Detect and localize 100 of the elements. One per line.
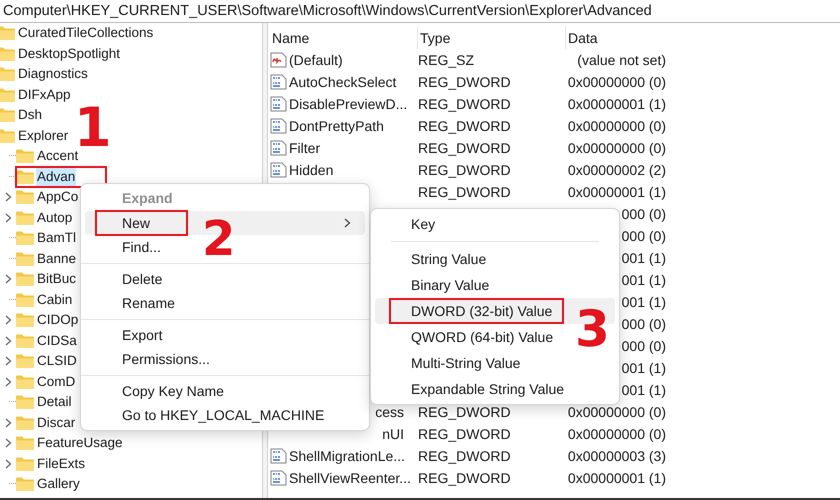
- value-data: 001 (1): [622, 360, 666, 376]
- value-name: (Default): [289, 52, 343, 68]
- address-bar[interactable]: Computer\HKEY_CURRENT_USER\Software\Microsoft\Windows\CurrentVersion\Explorer\Advanced: [0, 0, 840, 23]
- folder-icon: [0, 88, 15, 102]
- tree-item[interactable]: Advan: [16, 166, 106, 187]
- value-data: 000 (0): [622, 338, 666, 354]
- tree-item[interactable]: Detail: [16, 392, 73, 412]
- column-header[interactable]: Data: [568, 30, 598, 46]
- tree-item[interactable]: CIDOp: [16, 310, 80, 330]
- chevron-icon[interactable]: [4, 418, 12, 428]
- folder-icon: [16, 456, 34, 471]
- binary-value-icon: [270, 140, 287, 156]
- value-type: REG_DWORD: [418, 162, 511, 178]
- folder-icon: [16, 190, 34, 204]
- menu-item[interactable]: Rename: [85, 291, 365, 316]
- value-data: 0x00000001 (1): [568, 470, 666, 486]
- value-name: AutoCheckSelect: [289, 74, 396, 90]
- chevron-icon[interactable]: [4, 192, 12, 202]
- menu-item[interactable]: Expandable String Value: [375, 376, 615, 402]
- value-name: DisablePreviewD...: [289, 96, 408, 112]
- folder-icon: [16, 252, 34, 266]
- chevron-icon[interactable]: [4, 315, 12, 326]
- value-name: DontPrettyPath: [289, 118, 384, 134]
- value-data: 0x00000001 (1): [568, 96, 666, 112]
- folder-icon: [16, 170, 34, 184]
- column-header[interactable]: Type: [420, 30, 450, 46]
- tree-item[interactable]: Discar: [16, 412, 76, 433]
- binary-value-icon: [270, 448, 287, 464]
- binary-value-icon: [270, 162, 287, 178]
- folder-icon: [16, 436, 34, 450]
- folder-icon: [16, 313, 34, 328]
- value-name: Filter: [289, 140, 320, 156]
- folder-icon: [16, 395, 34, 410]
- value-type: REG_DWORD: [418, 448, 511, 464]
- value-data: 0x00000000 (0): [568, 140, 666, 156]
- menu-item[interactable]: String Value: [375, 246, 615, 272]
- chevron-icon[interactable]: [4, 458, 12, 469]
- folder-icon: [16, 272, 34, 286]
- menu-item[interactable]: Key: [375, 211, 615, 237]
- menu-item[interactable]: Binary Value: [375, 272, 615, 298]
- tree-item[interactable]: Dsh: [0, 105, 44, 126]
- binary-value-icon: [270, 118, 287, 134]
- tree-item[interactable]: BitBuc: [16, 269, 78, 290]
- menu-item[interactable]: Permissions...: [85, 347, 365, 372]
- string-value-icon: [270, 52, 287, 68]
- tree-item[interactable]: AppCo: [16, 187, 80, 208]
- tree-item[interactable]: ComD: [16, 372, 76, 392]
- value-type: REG_DWORD: [418, 184, 511, 200]
- folder-icon: [16, 149, 34, 164]
- tree-item[interactable]: Cabin: [16, 290, 74, 310]
- tree-item[interactable]: Explorer: [0, 126, 70, 146]
- tree-item[interactable]: Autop: [16, 208, 74, 228]
- binary-value-icon: [270, 470, 287, 486]
- value-data: 000 (0): [622, 228, 666, 244]
- value-data: 001 (1): [622, 250, 666, 266]
- value-type: REG_SZ: [418, 52, 474, 68]
- chevron-icon[interactable]: [4, 438, 12, 448]
- tree-item[interactable]: CLSID: [16, 351, 78, 372]
- value-data: 0x00000003 (3): [568, 448, 666, 464]
- column-header[interactable]: Name: [272, 30, 310, 46]
- folder-icon: [16, 477, 34, 492]
- value-type: REG_DWORD: [418, 74, 511, 90]
- menu-item[interactable]: Export: [85, 322, 365, 347]
- tree-item[interactable]: FeatureUsage: [16, 433, 124, 454]
- tree-item[interactable]: Gallery: [16, 474, 81, 494]
- chevron-icon[interactable]: [4, 376, 12, 387]
- value-data: 0x00000000 (0): [568, 118, 666, 134]
- tree-item[interactable]: BamTl: [16, 228, 78, 248]
- chevron-icon[interactable]: [4, 212, 12, 223]
- value-data: 000 (0): [622, 316, 666, 332]
- folder-icon: [16, 416, 34, 430]
- menu-item[interactable]: Copy Key Name: [85, 378, 365, 403]
- value-data: (value not set): [577, 52, 666, 68]
- tree-item[interactable]: Banne: [16, 248, 78, 269]
- folder-icon: [0, 67, 15, 82]
- folder-icon: [16, 231, 34, 246]
- folder-icon: [0, 26, 15, 40]
- chevron-icon[interactable]: [4, 356, 12, 366]
- value-type: REG_DWORD: [418, 470, 511, 486]
- value-data: 0x00000000 (0): [568, 404, 666, 420]
- menu-item[interactable]: Delete: [85, 266, 365, 291]
- menu-item[interactable]: Go to HKEY_LOCAL_MACHINE: [85, 403, 365, 428]
- folder-icon: [16, 292, 34, 307]
- value-data: 001 (1): [622, 382, 666, 398]
- folder-icon: [16, 374, 34, 389]
- binary-value-icon: [270, 74, 287, 90]
- tree-item[interactable]: CuratedTileCollections: [0, 23, 154, 44]
- value-data: 001 (1): [622, 272, 666, 288]
- chevron-icon[interactable]: [4, 336, 12, 346]
- folder-icon: [0, 108, 15, 122]
- tree-item[interactable]: DIFxApp: [0, 84, 72, 105]
- chevron-icon[interactable]: [4, 274, 12, 284]
- value-type: REG_DWORD: [418, 426, 511, 442]
- tree-item[interactable]: DesktopSpotlight: [0, 44, 122, 64]
- tree-item[interactable]: Diagnostics: [0, 64, 89, 84]
- tree-item[interactable]: Accent: [16, 146, 80, 166]
- tree-item[interactable]: CIDSa: [16, 330, 78, 351]
- tree-item[interactable]: FileExts: [16, 454, 86, 474]
- value-type: REG_DWORD: [418, 118, 511, 134]
- value-type: REG_DWORD: [418, 404, 511, 420]
